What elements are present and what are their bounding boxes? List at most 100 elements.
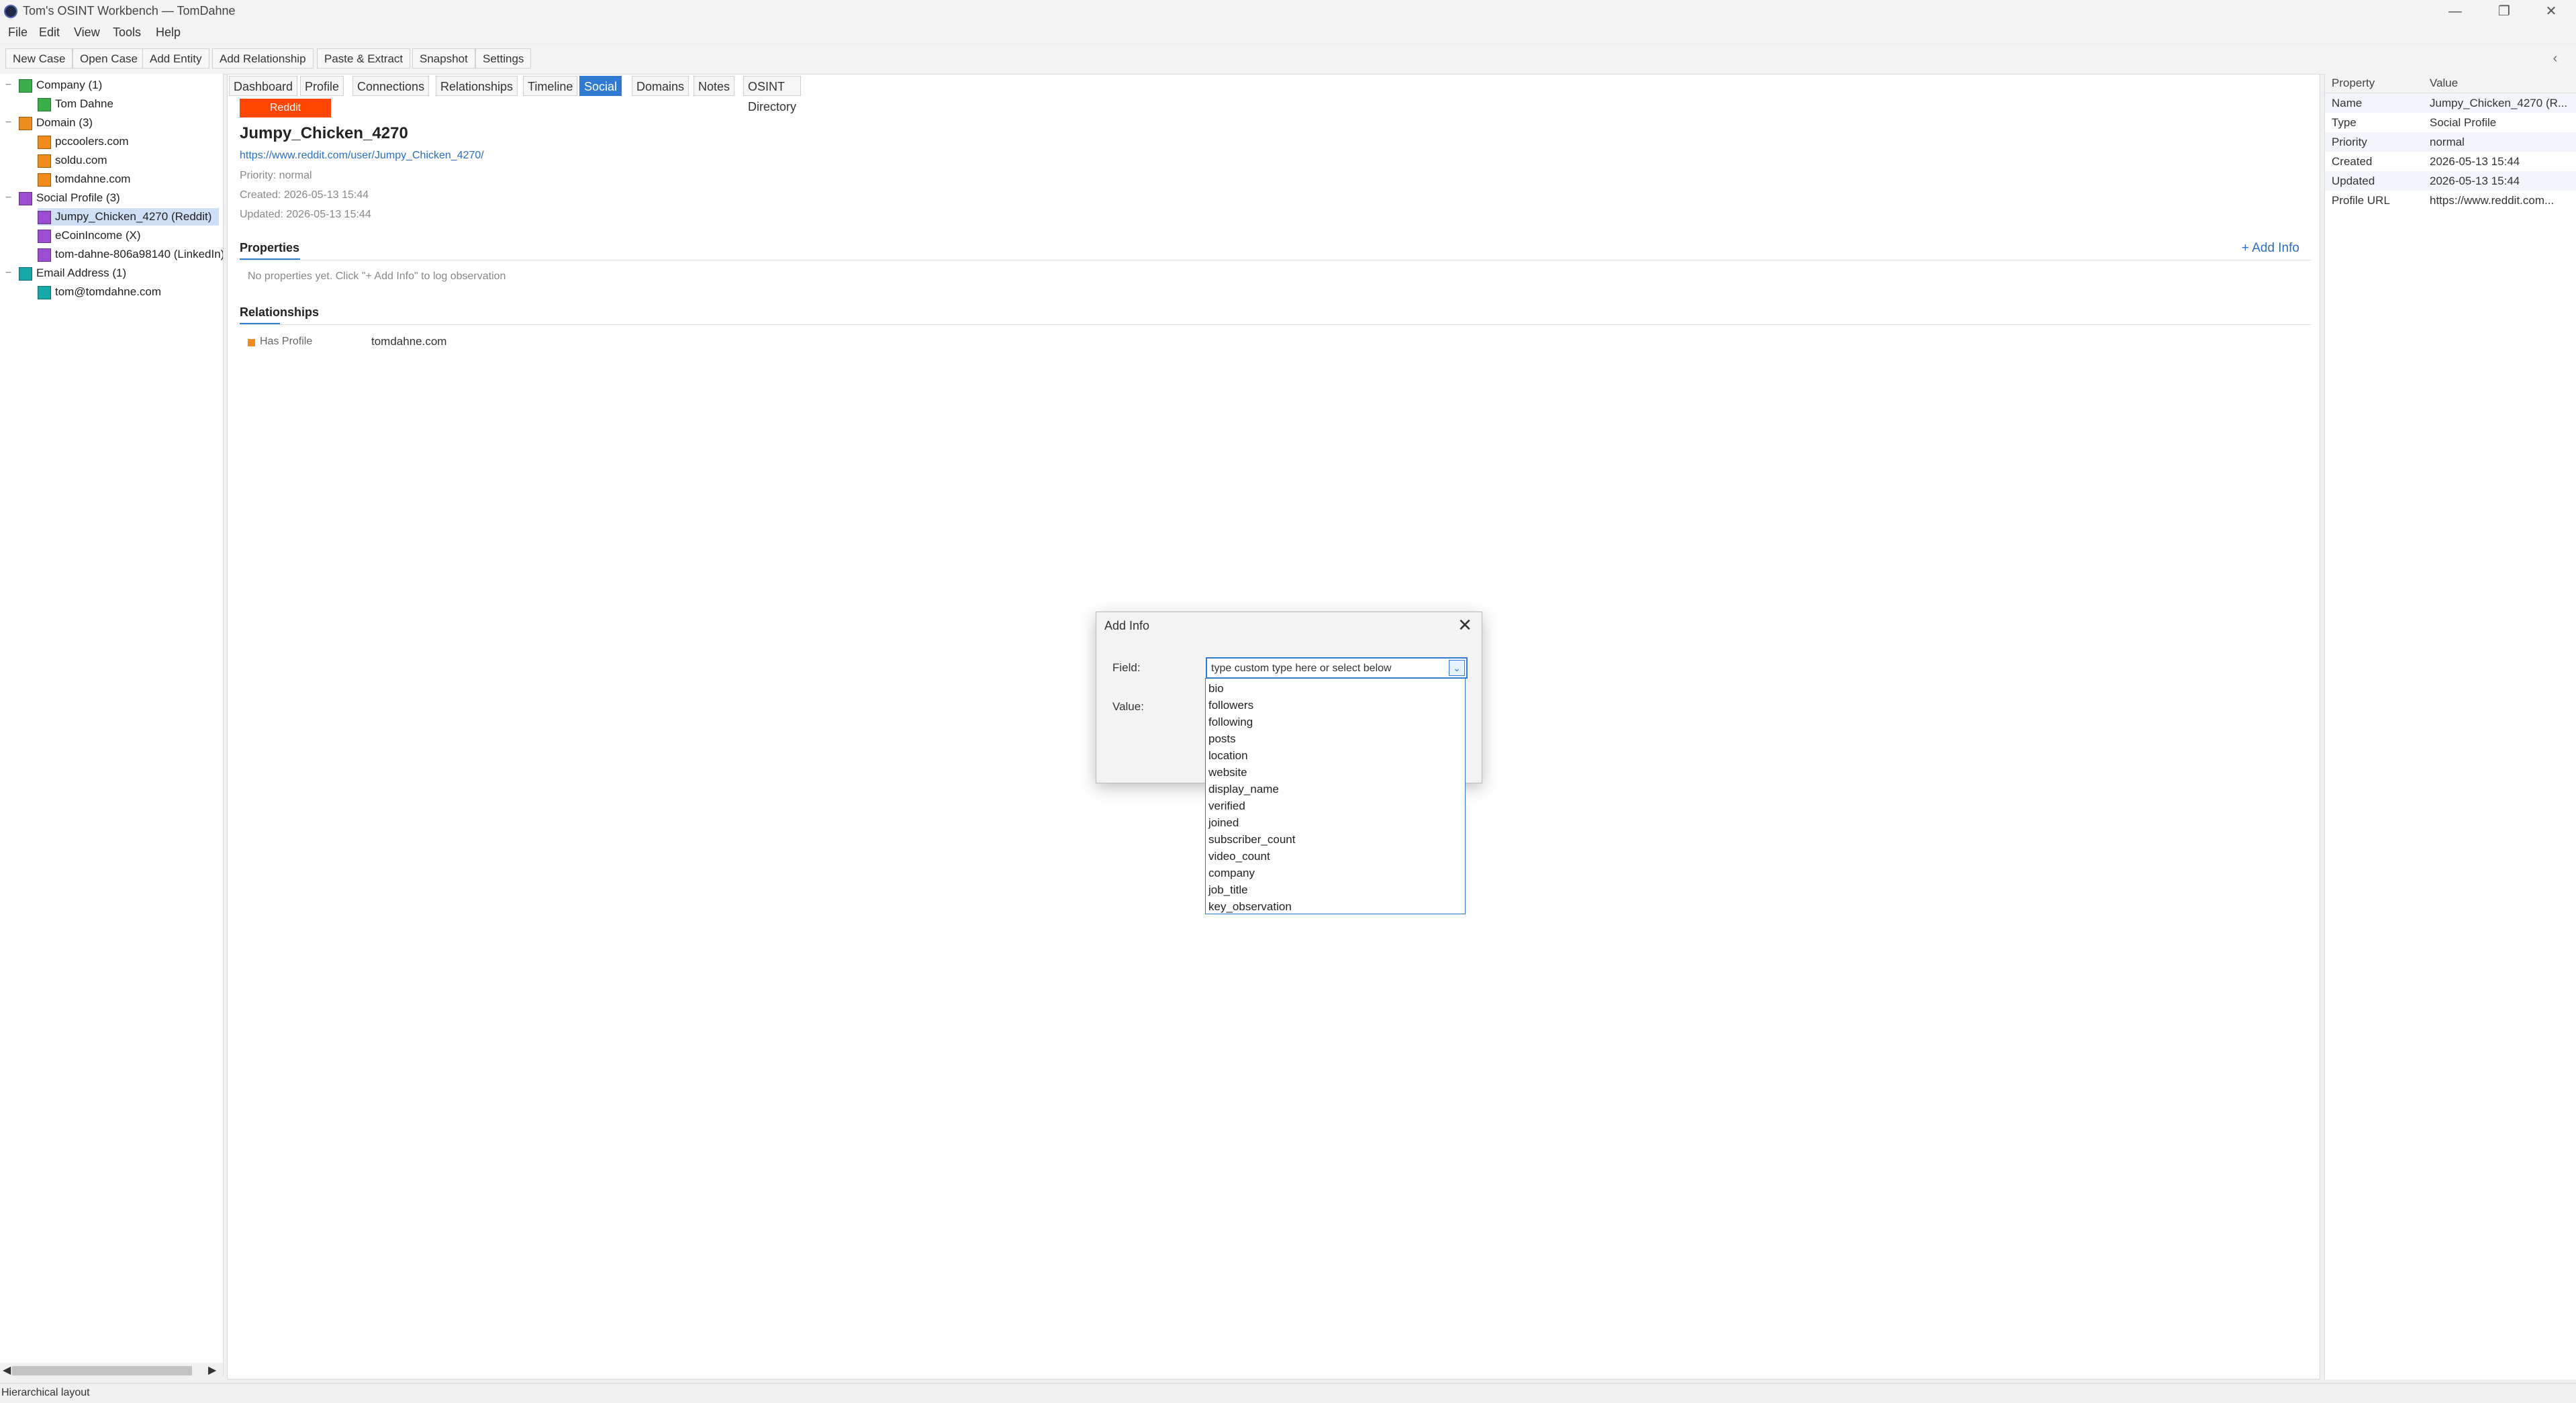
dropdown-option[interactable]: joined — [1208, 814, 1239, 831]
add-relationship-button[interactable]: Add Relationship — [212, 48, 314, 68]
relationship-type: Has Profile — [260, 336, 313, 347]
tree-item-ecoinincome[interactable]: eCoinIncome (X) — [38, 227, 141, 244]
entity-tree: − Company (1) Tom Dahne − Domain (3) pcc… — [0, 74, 224, 1376]
created-text: Created: 2026-05-13 15:44 — [240, 189, 369, 201]
snapshot-button[interactable]: Snapshot — [412, 48, 475, 68]
paste-extract-button[interactable]: Paste & Extract — [317, 48, 411, 68]
property-row[interactable]: Name Jumpy_Chicken_4270 (R... — [2325, 93, 2576, 113]
tree-horizontal-scrollbar[interactable]: ◀ ▶ — [0, 1363, 223, 1379]
field-options-dropdown: bio followers following posts location w… — [1205, 678, 1466, 914]
dropdown-option[interactable]: subscriber_count — [1208, 831, 1295, 848]
social-color-icon — [38, 229, 51, 243]
tab-dashboard[interactable]: Dashboard — [229, 76, 298, 96]
menu-help[interactable]: Help — [156, 26, 181, 40]
property-row[interactable]: Updated 2026-05-13 15:44 — [2325, 171, 2576, 191]
dropdown-option[interactable]: followers — [1208, 697, 1253, 714]
field-input[interactable] — [1210, 660, 1441, 677]
updated-text: Updated: 2026-05-13 15:44 — [240, 209, 371, 220]
property-row[interactable]: Priority normal — [2325, 132, 2576, 152]
dropdown-option[interactable]: following — [1208, 714, 1253, 730]
menu-bar: File Edit View Tools Help — [0, 23, 2576, 43]
field-combobox[interactable]: ⌄ — [1206, 657, 1468, 679]
tree-group-email[interactable]: Email Address (1) — [19, 264, 126, 282]
properties-empty-note: No properties yet. Click "+ Add Info" to… — [248, 271, 506, 282]
tab-timeline[interactable]: Timeline — [523, 76, 578, 96]
tree-item-tom-dahne[interactable]: Tom Dahne — [38, 95, 113, 113]
menu-edit[interactable]: Edit — [39, 26, 60, 40]
company-color-icon — [19, 79, 32, 93]
close-window-button[interactable]: ✕ — [2531, 0, 2571, 23]
platform-badge: Reddit — [240, 99, 331, 117]
settings-button[interactable]: Settings — [475, 48, 532, 68]
tab-connections[interactable]: Connections — [352, 76, 430, 96]
relationship-target[interactable]: tomdahne.com — [371, 335, 446, 348]
chevron-down-icon[interactable]: ⌄ — [1449, 660, 1465, 676]
tab-osint-directory[interactable]: OSINT Directory — [743, 76, 801, 113]
menu-file[interactable]: File — [8, 26, 28, 40]
collapse-toggle-icon[interactable]: − — [5, 114, 11, 132]
dropdown-option[interactable]: key_observation — [1208, 898, 1292, 915]
app-logo-icon — [4, 5, 17, 18]
collapse-toggle-icon[interactable]: − — [5, 264, 11, 282]
collapse-toggle-icon[interactable]: − — [5, 189, 11, 207]
open-case-button[interactable]: Open Case — [73, 48, 145, 68]
relationships-heading: Relationships — [240, 305, 320, 319]
value-column-header[interactable]: Value — [2430, 77, 2458, 90]
scroll-left-icon[interactable]: ◀ — [3, 1363, 11, 1379]
email-color-icon — [19, 267, 32, 281]
tab-social[interactable]: Social — [579, 76, 622, 96]
properties-heading: Properties — [240, 241, 300, 254]
property-row[interactable]: Profile URL https://www.reddit.com... — [2325, 191, 2576, 210]
company-color-icon — [38, 97, 51, 111]
dropdown-option[interactable]: location — [1208, 747, 1248, 764]
tree-group-company[interactable]: Company (1) — [19, 77, 102, 94]
profile-url-link[interactable]: https://www.reddit.com/user/Jumpy_Chicke… — [240, 150, 484, 162]
email-color-icon — [38, 285, 51, 299]
tree-item-tomdahne-domain[interactable]: tomdahne.com — [38, 171, 130, 188]
scroll-right-icon[interactable]: ▶ — [208, 1363, 216, 1379]
relationship-color-icon — [248, 339, 255, 346]
scrollbar-thumb[interactable] — [12, 1366, 192, 1375]
add-entity-button[interactable]: Add Entity — [142, 48, 209, 68]
toolbar: New Case Open Case Add Entity Add Relati… — [0, 44, 2576, 75]
status-bar: Hierarchical layout — [0, 1383, 2576, 1403]
tree-item-jumpy-chicken[interactable]: Jumpy_Chicken_4270 (Reddit) — [38, 208, 219, 226]
tab-notes[interactable]: Notes — [694, 76, 735, 96]
dropdown-option[interactable]: bio — [1208, 680, 1224, 697]
domain-color-icon — [38, 173, 51, 187]
menu-view[interactable]: View — [74, 26, 100, 40]
social-color-icon — [19, 191, 32, 205]
minimize-button[interactable]: — — [2435, 0, 2475, 23]
collapse-toggle-icon[interactable]: − — [5, 77, 11, 94]
property-row[interactable]: Created 2026-05-13 15:44 — [2325, 152, 2576, 171]
tree-item-email-tom[interactable]: tom@tomdahne.com — [38, 283, 161, 301]
dropdown-option[interactable]: verified — [1208, 797, 1245, 814]
tree-item-linkedin-profile[interactable]: tom-dahne-806a98140 (LinkedIn) — [38, 246, 223, 263]
close-icon[interactable]: ✕ — [1455, 615, 1475, 636]
collapse-panel-button[interactable]: ‹ — [2545, 48, 2565, 68]
property-column-header[interactable]: Property — [2332, 77, 2375, 90]
property-row[interactable]: Type Social Profile — [2325, 113, 2576, 132]
tree-item-soldu[interactable]: soldu.com — [38, 152, 107, 169]
tab-domains[interactable]: Domains — [632, 76, 689, 96]
new-case-button[interactable]: New Case — [5, 48, 73, 68]
menu-tools[interactable]: Tools — [113, 26, 141, 40]
dropdown-option[interactable]: display_name — [1208, 781, 1279, 797]
entity-name: Jumpy_Chicken_4270 — [240, 124, 408, 142]
title-bar: Tom's OSINT Workbench — TomDahne — ❐ ✕ — [0, 0, 2576, 23]
tab-relationships[interactable]: Relationships — [436, 76, 518, 96]
priority-text: Priority: normal — [240, 170, 312, 181]
tab-profile[interactable]: Profile — [300, 76, 344, 96]
dropdown-option[interactable]: job_title — [1208, 881, 1248, 898]
tree-group-domain[interactable]: Domain (3) — [19, 114, 93, 132]
maximize-button[interactable]: ❐ — [2484, 0, 2524, 23]
dropdown-option[interactable]: video_count — [1208, 848, 1270, 865]
dropdown-option[interactable]: website — [1208, 764, 1247, 781]
add-info-button[interactable]: + Add Info — [2242, 241, 2299, 256]
social-color-icon — [38, 248, 51, 262]
tree-item-pccoolers[interactable]: pccoolers.com — [38, 133, 129, 150]
tree-group-social-profile[interactable]: Social Profile (3) — [19, 189, 120, 207]
dropdown-option[interactable]: posts — [1208, 730, 1236, 747]
property-table-header: Property Value — [2325, 74, 2576, 93]
dropdown-option[interactable]: company — [1208, 865, 1255, 881]
